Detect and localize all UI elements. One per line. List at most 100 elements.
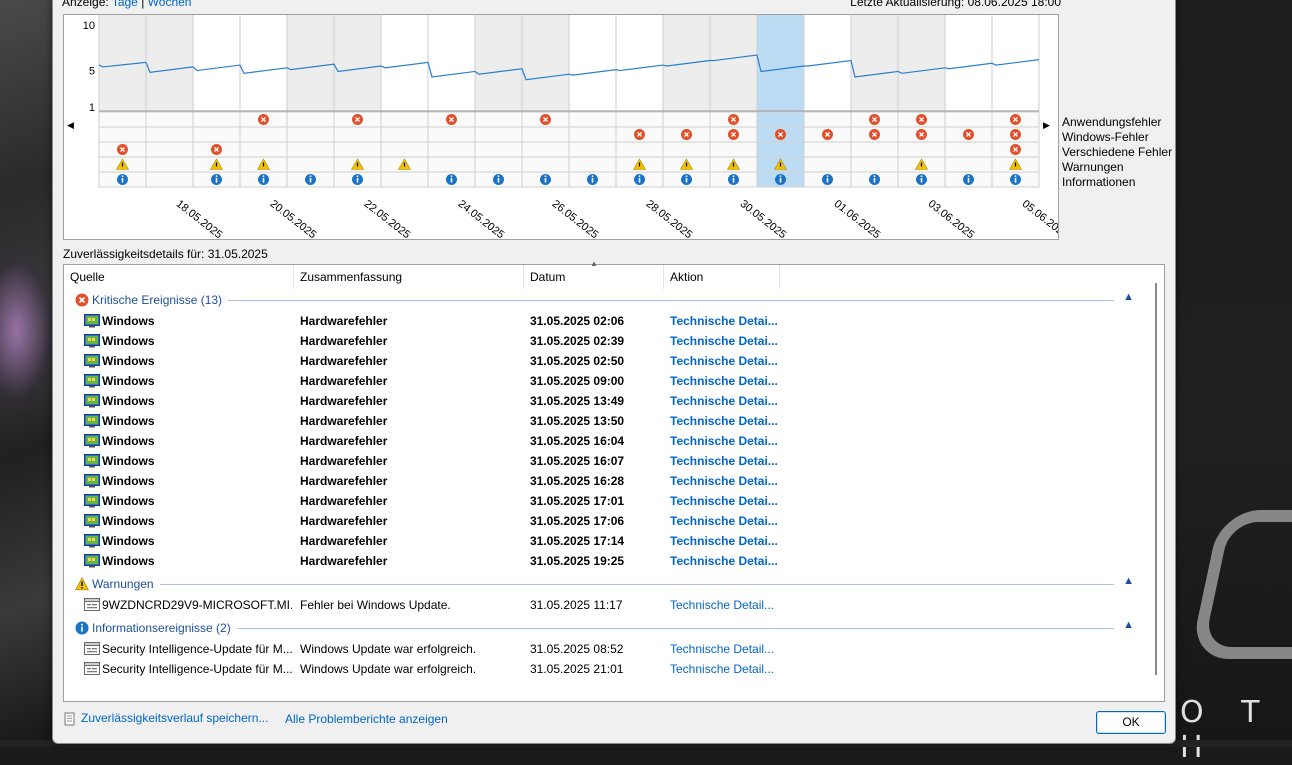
day-column[interactable]	[710, 15, 757, 111]
info-mark	[638, 178, 641, 183]
date-axis-label: 05.06.2025	[1020, 198, 1058, 239]
day-column[interactable]	[851, 15, 898, 111]
technical-details-link[interactable]: Technische Detai...	[670, 511, 790, 531]
table-row[interactable]: Security Intelligence-Update für M... Wi…	[64, 639, 1154, 659]
row-date: 31.05.2025 16:28	[530, 474, 625, 488]
day-column[interactable]	[569, 15, 616, 111]
technical-details-link[interactable]: Technische Detai...	[670, 391, 790, 411]
row-source: Windows	[102, 434, 155, 448]
group-header[interactable]: Warnungen ▲	[64, 574, 1154, 594]
view-days-link[interactable]: Tage	[112, 0, 138, 9]
day-column[interactable]	[193, 15, 240, 111]
warning-mark	[779, 162, 782, 167]
info-mark	[356, 178, 359, 183]
y-tick-label: 5	[89, 66, 95, 78]
day-column[interactable]	[240, 15, 287, 111]
table-row[interactable]: Security Intelligence-Update für M... Wi…	[64, 659, 1154, 679]
technical-details-link[interactable]: Technische Detail...	[670, 595, 790, 615]
technical-details-link[interactable]: Technische Detai...	[670, 371, 790, 391]
table-row[interactable]: Windows Hardwarefehler 31.05.2025 17:06 …	[64, 511, 1154, 531]
all-reports-link[interactable]: Alle Problemberichte anzeigen	[285, 712, 448, 726]
technical-details-link[interactable]: Technische Detai...	[670, 491, 790, 511]
row-summary: Windows Update war erfolgreich.	[300, 642, 477, 656]
info-icon	[75, 621, 89, 635]
day-column[interactable]	[757, 15, 804, 111]
reliability-chart-svg[interactable]: 10 5 1 18.05.2025 20.05.2025 22.05.2025 24.05.…	[64, 15, 1058, 239]
group-header[interactable]: Informationsereignisse (2) ▲	[64, 618, 1154, 638]
info-dot	[262, 175, 265, 178]
day-column[interactable]	[616, 15, 663, 111]
technical-details-link[interactable]: Technische Detai...	[670, 431, 790, 451]
group-header[interactable]: Kritische Ereignisse (13) ▲	[64, 290, 1154, 310]
table-row[interactable]: Windows Hardwarefehler 31.05.2025 13:50 …	[64, 411, 1154, 431]
row-source: Windows	[102, 514, 155, 528]
technical-details-link[interactable]: Technische Detai...	[670, 331, 790, 351]
table-row[interactable]: Windows Hardwarefehler 31.05.2025 02:39 …	[64, 331, 1154, 351]
row-summary: Hardwarefehler	[300, 394, 388, 408]
row-date: 31.05.2025 13:50	[530, 414, 625, 428]
day-column[interactable]	[522, 15, 569, 111]
info-dot	[967, 175, 970, 178]
day-column[interactable]	[287, 15, 334, 111]
info-mark	[121, 178, 124, 183]
date-axis-label: 18.05.2025	[174, 198, 225, 239]
column-header-source[interactable]: Quelle	[64, 265, 294, 289]
technical-details-link[interactable]: Technische Detail...	[670, 639, 790, 659]
table-row[interactable]: Windows Hardwarefehler 31.05.2025 09:00 …	[64, 371, 1154, 391]
table-row[interactable]: Windows Hardwarefehler 31.05.2025 19:25 …	[64, 551, 1154, 571]
table-row[interactable]: Windows Hardwarefehler 31.05.2025 17:01 …	[64, 491, 1154, 511]
view-selector: Anzeige: Tage | Wochen	[62, 0, 191, 9]
technical-details-link[interactable]: Technische Detail...	[670, 659, 790, 679]
technical-details-link[interactable]: Technische Detai...	[670, 551, 790, 571]
windows-computer-icon	[84, 454, 100, 468]
table-row[interactable]: 9WZDNCRD29V9-MICROSOFT.MI... Fehler bei …	[64, 595, 1154, 615]
ok-button[interactable]: OK	[1096, 711, 1166, 734]
day-column[interactable]	[428, 15, 475, 111]
day-column[interactable]	[898, 15, 945, 111]
table-row[interactable]: Windows Hardwarefehler 31.05.2025 02:06 …	[64, 311, 1154, 331]
collapse-group-icon[interactable]: ▲	[1123, 291, 1134, 303]
row-summary: Fehler bei Windows Update.	[300, 598, 451, 612]
legend-item: Windows-Fehler	[1062, 130, 1149, 144]
day-events-column[interactable]	[146, 112, 193, 187]
column-header-action[interactable]: Aktion	[664, 265, 780, 289]
row-date: 31.05.2025 17:06	[530, 514, 625, 528]
row-summary: Hardwarefehler	[300, 334, 388, 348]
chart-scroll-left-icon[interactable]: ◀	[67, 120, 74, 131]
collapse-group-icon[interactable]: ▲	[1123, 619, 1134, 631]
day-events-column[interactable]	[381, 112, 428, 187]
technical-details-link[interactable]: Technische Detai...	[670, 311, 790, 331]
day-column[interactable]	[945, 15, 992, 111]
technical-details-link[interactable]: Technische Detai...	[670, 531, 790, 551]
info-dot	[779, 175, 782, 178]
collapse-group-icon[interactable]: ▲	[1123, 575, 1134, 587]
reliability-monitor-window: Anzeige: Tage | Wochen Letzte Aktualisie…	[52, 0, 1176, 744]
view-weeks-link[interactable]: Wochen	[148, 0, 192, 9]
table-row[interactable]: Windows Hardwarefehler 31.05.2025 16:28 …	[64, 471, 1154, 491]
windows-computer-icon	[84, 314, 100, 328]
table-row[interactable]: Windows Hardwarefehler 31.05.2025 13:49 …	[64, 391, 1154, 411]
technical-details-link[interactable]: Technische Detai...	[670, 451, 790, 471]
table-scrollbar[interactable]	[1155, 283, 1157, 675]
table-row[interactable]: Windows Hardwarefehler 31.05.2025 16:04 …	[64, 431, 1154, 451]
chart-scroll-right-icon[interactable]: ▶	[1043, 120, 1050, 131]
day-column[interactable]	[146, 15, 193, 111]
group-divider	[160, 584, 1114, 585]
table-row[interactable]: Windows Hardwarefehler 31.05.2025 17:14 …	[64, 531, 1154, 551]
reliability-chart[interactable]: 10 5 1 18.05.2025 20.05.2025 22.05.2025 24.05.…	[63, 14, 1059, 240]
technical-details-link[interactable]: Technische Detai...	[670, 351, 790, 371]
save-history-link[interactable]: Zuverlässigkeitsverlauf speichern...	[63, 711, 268, 726]
info-mark	[450, 178, 453, 183]
column-header-date[interactable]: Datum	[524, 265, 664, 289]
technical-details-link[interactable]: Technische Detai...	[670, 471, 790, 491]
table-row[interactable]: Windows Hardwarefehler 31.05.2025 02:50 …	[64, 351, 1154, 371]
row-date: 31.05.2025 16:04	[530, 434, 625, 448]
table-row[interactable]: Windows Hardwarefehler 31.05.2025 16:07 …	[64, 451, 1154, 471]
info-dot	[732, 175, 735, 178]
technical-details-link[interactable]: Technische Detai...	[670, 411, 790, 431]
day-column[interactable]	[334, 15, 381, 111]
day-column[interactable]	[475, 15, 522, 111]
windows-computer-icon	[84, 434, 100, 448]
column-header-summary[interactable]: Zusammenfassung	[294, 265, 524, 289]
date-axis-label: 26.05.2025	[550, 198, 601, 239]
